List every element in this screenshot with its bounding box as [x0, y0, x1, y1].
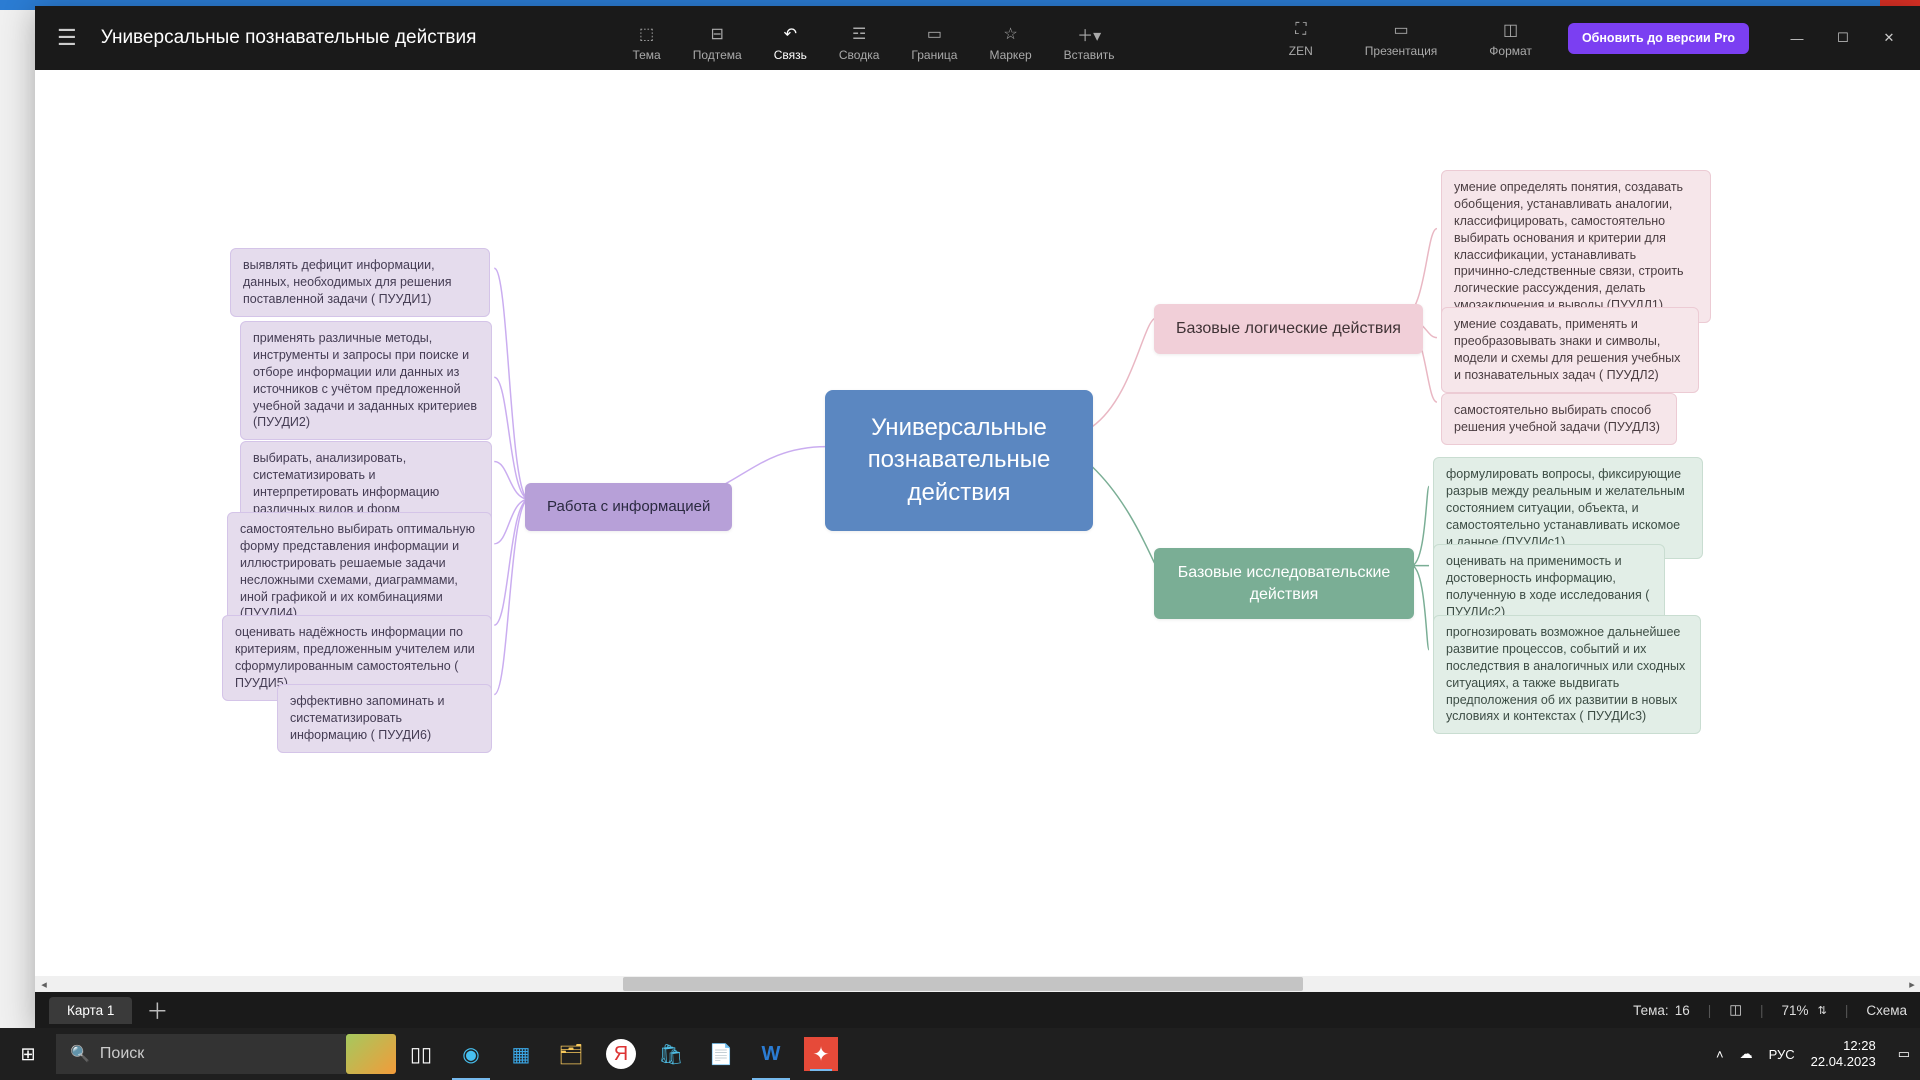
system-tray: ˄ ☁ РУС 12:28 22.04.2023 ▭	[1706, 1038, 1920, 1069]
scroll-right-icon[interactable]: ▸	[1903, 978, 1920, 991]
tray-clock[interactable]: 12:28 22.04.2023	[1811, 1038, 1882, 1069]
branch-work-with-info[interactable]: Работа с информацией	[525, 483, 732, 531]
statusbar: Карта 1 ＋ Тема: 16 | ◫ | 71% ⇅ | Схема	[35, 992, 1920, 1028]
tool-marker[interactable]: ☆Маркер	[973, 14, 1047, 70]
mindmap-canvas[interactable]: Универсальные познавательные действия Ра…	[35, 70, 1920, 976]
leaf-puudi1[interactable]: выявлять дефицит информации, данных, нео…	[230, 248, 490, 317]
tray-notifications-icon[interactable]: ▭	[1898, 1046, 1910, 1062]
taskview-icon[interactable]: ▯▯	[396, 1028, 446, 1080]
menu-hamburger-icon[interactable]: ☰	[47, 19, 87, 57]
tool-podtema[interactable]: ⊟Подтема	[677, 14, 758, 70]
summary-icon: ☲	[852, 24, 866, 44]
explorer-icon[interactable]: 🗂	[546, 1028, 596, 1080]
tool-tema[interactable]: ⬚Тема	[616, 14, 676, 70]
tool-presentation[interactable]: ▭Презентация	[1349, 10, 1454, 66]
windows-taskbar: ⊞ 🔍 Поиск ▯▯ ◉ ▦ 🗂 Я 🛍 📄 W ✦ ˄ ☁ РУС 12:…	[0, 1028, 1920, 1080]
tray-cloud-icon[interactable]: ☁	[1740, 1046, 1753, 1062]
toolbar-main: ⬚Тема ⊟Подтема ↶Связь ☲Сводка ▭Граница ☆…	[616, 6, 1130, 70]
leaf-puudi4[interactable]: самостоятельно выбирать оптимальную форм…	[227, 512, 492, 631]
window-close-icon[interactable]: ✕	[1869, 24, 1909, 52]
yandex-icon[interactable]: Я	[606, 1039, 636, 1069]
tool-svodka[interactable]: ☲Сводка	[823, 14, 896, 70]
store-icon[interactable]: 🛍	[646, 1028, 696, 1080]
topic-icon: ⬚	[639, 24, 654, 44]
leaf-puudi6[interactable]: эффективно запоминать и систематизироват…	[277, 684, 492, 753]
boundary-icon: ▭	[927, 24, 942, 44]
zen-icon: ⛶	[1295, 20, 1306, 40]
edge-icon[interactable]: ◉	[446, 1028, 496, 1080]
leaf-puudl2[interactable]: умение создавать, применять и преобразов…	[1441, 307, 1699, 393]
scrollbar-thumb[interactable]	[623, 977, 1303, 991]
taskbar-fox-image[interactable]	[346, 1028, 396, 1080]
outline-toggle-icon[interactable]: ◫	[1729, 1002, 1742, 1018]
leaf-puudl1[interactable]: умение определять понятия, создавать обо…	[1441, 170, 1711, 323]
start-button[interactable]: ⊞	[0, 1028, 56, 1080]
map-tab[interactable]: Карта 1	[49, 997, 132, 1024]
toolbar-right: ⛶ZEN ▭Презентация ◫Формат Обновить до ве…	[1273, 10, 1909, 66]
upgrade-pro-button[interactable]: Обновить до версии Pro	[1568, 23, 1749, 54]
horizontal-scrollbar[interactable]: ◂ ▸	[35, 976, 1920, 992]
document-title: Универсальные познавательные действия	[101, 27, 477, 49]
tool-svyaz[interactable]: ↶Связь	[758, 14, 823, 70]
insert-icon: ＋▾	[1077, 24, 1101, 44]
tool-format[interactable]: ◫Формат	[1473, 10, 1548, 66]
leaf-puudis3[interactable]: прогнозировать возможное дальнейшее разв…	[1433, 615, 1701, 734]
tool-zen[interactable]: ⛶ZEN	[1273, 10, 1329, 66]
tray-chevron-icon[interactable]: ˄	[1716, 1047, 1724, 1062]
photos-icon[interactable]: ▦	[496, 1028, 546, 1080]
leaf-puudi2[interactable]: применять различные методы, инструменты …	[240, 321, 492, 440]
tray-lang[interactable]: РУС	[1769, 1047, 1795, 1062]
search-icon: 🔍	[70, 1044, 90, 1064]
format-icon: ◫	[1503, 20, 1518, 40]
presentation-icon: ▭	[1393, 20, 1408, 40]
xmind-window: ☰ Универсальные познавательные действия …	[35, 6, 1920, 1028]
window-maximize-icon[interactable]: ☐	[1823, 24, 1863, 52]
add-map-tab-icon[interactable]: ＋	[138, 994, 176, 1026]
scroll-left-icon[interactable]: ◂	[35, 978, 53, 991]
marker-icon: ☆	[1003, 24, 1017, 44]
titlebar: ☰ Универсальные познавательные действия …	[35, 6, 1920, 70]
window-minimize-icon[interactable]: —	[1777, 24, 1817, 52]
topic-count: Тема: 16	[1633, 1003, 1690, 1018]
tool-granitsa[interactable]: ▭Граница	[895, 14, 973, 70]
word-icon[interactable]: W	[746, 1028, 796, 1080]
zoom-level[interactable]: 71% ⇅	[1782, 1003, 1827, 1018]
xmind-icon[interactable]: ✦	[804, 1037, 838, 1071]
notepad-icon[interactable]: 📄	[696, 1028, 746, 1080]
subtopic-icon: ⊟	[711, 24, 724, 44]
branch-logic-actions[interactable]: Базовые логические действия	[1154, 304, 1423, 354]
view-mode[interactable]: Схема	[1866, 1003, 1907, 1018]
branch-research-actions[interactable]: Базовые исследовательские действия	[1154, 548, 1414, 619]
mindmap-root-node[interactable]: Универсальные познавательные действия	[825, 390, 1093, 531]
leaf-puudl3[interactable]: самостоятельно выбирать способ решения у…	[1441, 393, 1677, 445]
taskbar-search[interactable]: 🔍 Поиск	[56, 1034, 346, 1074]
tool-vstavit[interactable]: ＋▾Вставить	[1048, 14, 1131, 70]
zoom-stepper-icon[interactable]: ⇅	[1815, 1004, 1827, 1017]
relationship-icon: ↶	[784, 24, 797, 44]
